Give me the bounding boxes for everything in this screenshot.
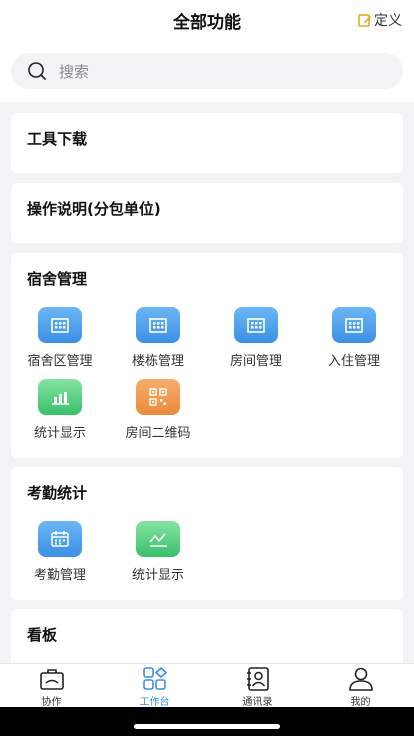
item-label: 统计显示: [33, 426, 86, 441]
tab-me[interactable]: 我的: [309, 667, 412, 708]
building-icon: [332, 307, 376, 343]
page-title: 全部功能: [173, 13, 241, 33]
item-label: 楼栋管理: [131, 354, 184, 369]
tab-workbench[interactable]: 工作台: [103, 667, 206, 708]
search-placeholder: 搜索: [59, 62, 90, 81]
home-indicator-bar: [0, 707, 414, 736]
dashboard-card: 看板: [11, 609, 403, 669]
tab-collaboration[interactable]: 协作: [0, 667, 103, 708]
check-in-management-item[interactable]: 入住管理: [305, 307, 403, 369]
item-label: 入住管理: [327, 354, 380, 369]
building-management-item[interactable]: 楼栋管理: [109, 307, 207, 369]
tab-label: 工作台: [139, 697, 170, 708]
room-qr-code-item[interactable]: 房间二维码: [109, 379, 207, 441]
building-icon: [234, 307, 278, 343]
item-label: 宿舍区管理: [27, 354, 93, 369]
top-bar: 全部功能 定义: [0, 0, 414, 40]
tab-contacts[interactable]: 通讯录: [206, 667, 309, 708]
line-chart-icon: [136, 521, 180, 557]
customize-button[interactable]: 定义: [358, 10, 402, 30]
building-icon: [38, 307, 82, 343]
tab-label: 通讯录: [242, 697, 273, 708]
item-label: 房间二维码: [125, 426, 191, 441]
edit-icon: [358, 14, 371, 27]
search-icon: [28, 62, 46, 80]
dashboard-title: 看板: [27, 626, 58, 644]
bottom-tab-bar: 协作 工作台 通讯录 我的: [0, 663, 414, 708]
person-icon: [348, 667, 373, 691]
bar-chart-icon: [38, 379, 82, 415]
attendance-statistics-item[interactable]: 统计显示: [109, 521, 207, 583]
contacts-book-icon: [246, 667, 269, 691]
customize-label: 定义: [374, 13, 402, 29]
search-input[interactable]: 搜索: [11, 53, 403, 89]
dorm-management-title: 宿舍管理: [27, 270, 88, 288]
briefcase-icon: [39, 669, 64, 690]
tools-download-title: 工具下载: [27, 130, 88, 148]
building-icon: [136, 307, 180, 343]
workbench-grid-icon: [142, 667, 167, 690]
attendance-statistics-card: 考勤统计 考勤管理 统计显示: [11, 467, 403, 600]
tools-download-card[interactable]: 工具下载: [11, 113, 403, 173]
tab-label: 协作: [41, 697, 62, 708]
operation-manual-title: 操作说明(分包单位): [27, 200, 161, 218]
search-area: 搜索: [0, 40, 414, 102]
tab-label: 我的: [350, 697, 371, 708]
attendance-management-item[interactable]: 考勤管理: [11, 521, 109, 583]
item-label: 考勤管理: [33, 568, 86, 583]
dorm-statistics-item[interactable]: 统计显示: [11, 379, 109, 441]
operation-manual-card[interactable]: 操作说明(分包单位): [11, 183, 403, 243]
attendance-statistics-title: 考勤统计: [27, 484, 88, 502]
item-label: 统计显示: [131, 568, 184, 583]
home-indicator[interactable]: [134, 724, 280, 729]
dorm-management-card: 宿舍管理 宿舍区管理 楼栋管理 房间管理 入住管理 统计显示 房间二维码: [11, 253, 403, 458]
qr-code-icon: [136, 379, 180, 415]
calendar-icon: [38, 521, 82, 557]
room-management-item[interactable]: 房间管理: [207, 307, 305, 369]
dorm-area-management-item[interactable]: 宿舍区管理: [11, 307, 109, 369]
item-label: 房间管理: [229, 354, 282, 369]
